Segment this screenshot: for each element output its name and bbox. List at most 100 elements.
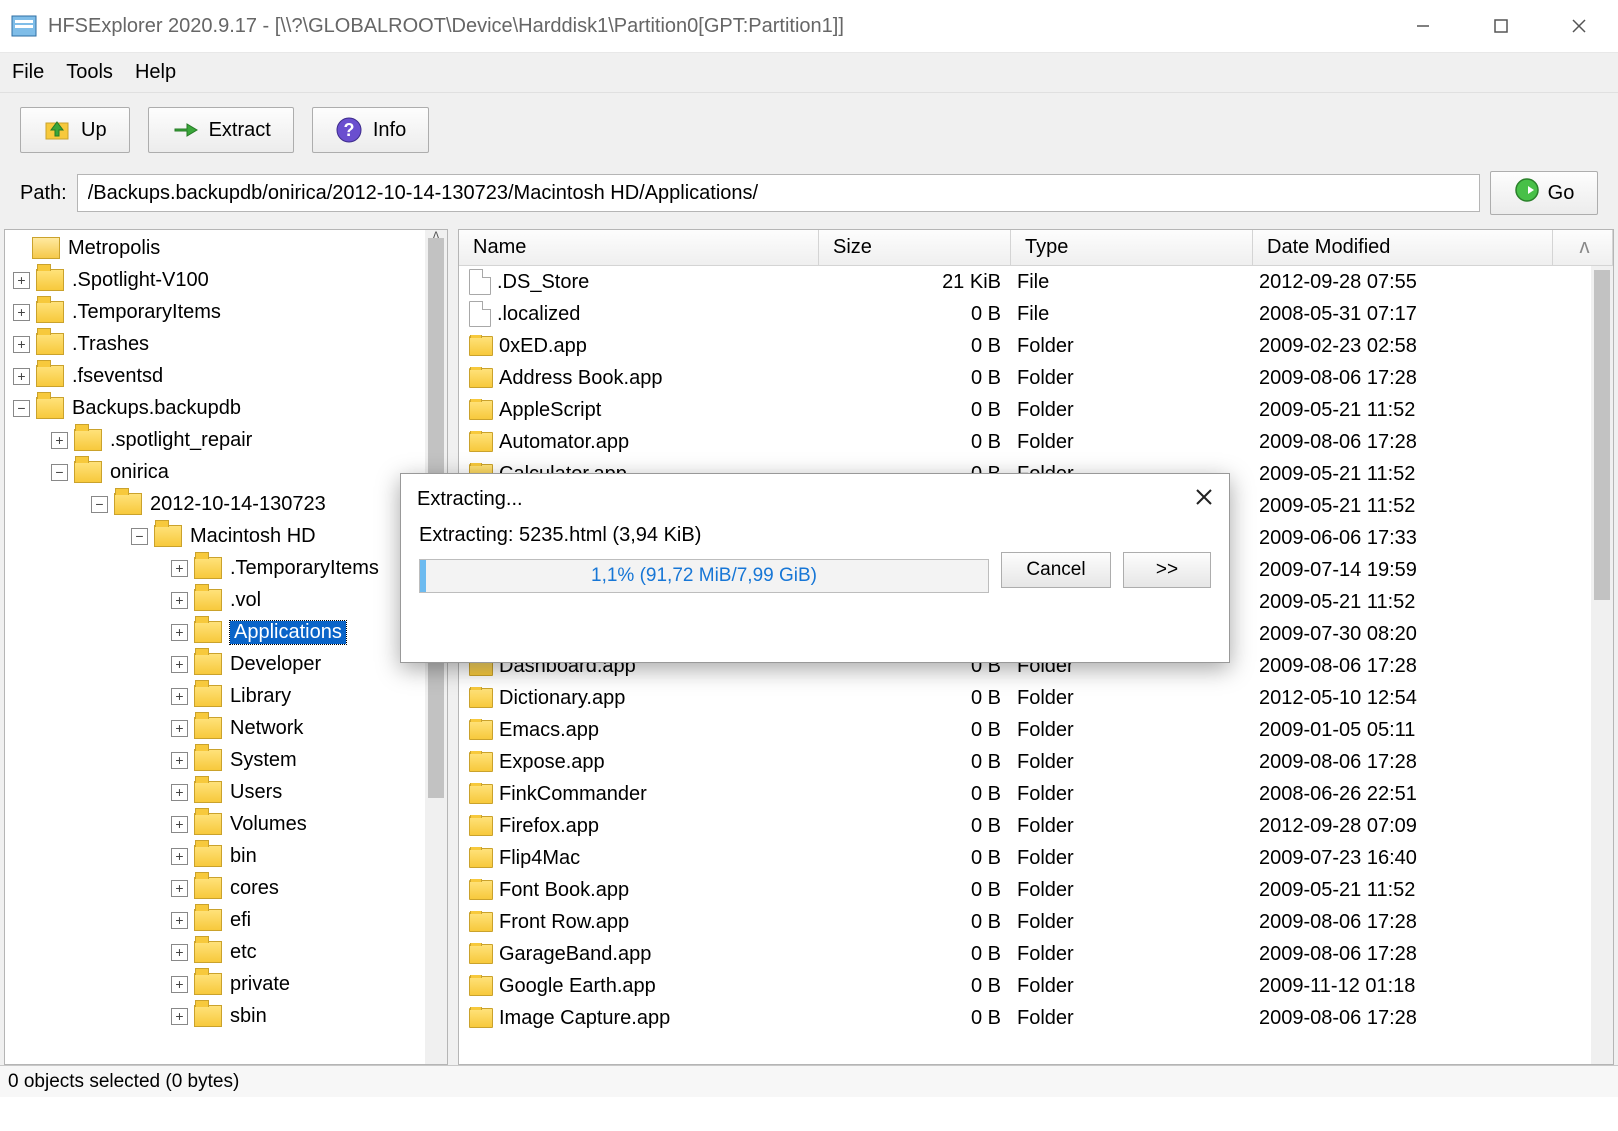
- tree-item[interactable]: + .TemporaryItems: [5, 552, 447, 584]
- tree-item[interactable]: −onirica: [5, 456, 447, 488]
- list-row[interactable]: Expose.app0 BFolder2009-08-06 17:28: [459, 746, 1591, 778]
- tree-item[interactable]: +bin: [5, 840, 447, 872]
- row-size: 0 B: [819, 847, 1011, 870]
- expand-icon[interactable]: +: [171, 784, 188, 801]
- col-date[interactable]: Date Modified: [1253, 230, 1553, 265]
- tree-item[interactable]: +Volumes: [5, 808, 447, 840]
- list-row[interactable]: Dictionary.app0 BFolder2012-05-10 12:54: [459, 682, 1591, 714]
- expand-icon[interactable]: +: [171, 560, 188, 577]
- skip-button[interactable]: >>: [1123, 552, 1211, 588]
- tree-item[interactable]: +Network: [5, 712, 447, 744]
- window-minimize-button[interactable]: [1384, 0, 1462, 52]
- cancel-button[interactable]: Cancel: [1001, 552, 1111, 588]
- expand-icon[interactable]: +: [13, 304, 30, 321]
- list-row[interactable]: Emacs.app0 BFolder2009-01-05 05:11: [459, 714, 1591, 746]
- expand-icon[interactable]: +: [171, 912, 188, 929]
- list-row[interactable]: Image Capture.app0 BFolder2009-08-06 17:…: [459, 1002, 1591, 1034]
- collapse-icon[interactable]: −: [13, 400, 30, 417]
- menu-tools[interactable]: Tools: [66, 61, 113, 84]
- collapse-icon[interactable]: −: [131, 528, 148, 545]
- list-row[interactable]: Google Earth.app0 BFolder2009-11-12 01:1…: [459, 970, 1591, 1002]
- list-row[interactable]: FinkCommander0 BFolder2008-06-26 22:51: [459, 778, 1591, 810]
- window-maximize-button[interactable]: [1462, 0, 1540, 52]
- row-date: 2009-05-21 11:52: [1253, 463, 1591, 486]
- list-row[interactable]: Address Book.app0 BFolder2009-08-06 17:2…: [459, 362, 1591, 394]
- tree-item[interactable]: +sbin: [5, 1000, 447, 1032]
- row-type: Folder: [1011, 975, 1253, 998]
- tree-item[interactable]: +.TemporaryItems: [5, 296, 447, 328]
- expand-icon[interactable]: +: [171, 720, 188, 737]
- list-scrollbar[interactable]: [1591, 266, 1613, 1064]
- folder-icon: [36, 397, 64, 419]
- expand-icon[interactable]: +: [171, 592, 188, 609]
- expand-icon[interactable]: +: [171, 944, 188, 961]
- tree-item[interactable]: +.Trashes: [5, 328, 447, 360]
- tree-item[interactable]: +Library: [5, 680, 447, 712]
- list-row[interactable]: Firefox.app0 BFolder2012-09-28 07:09: [459, 810, 1591, 842]
- expand-icon[interactable]: +: [13, 336, 30, 353]
- tree-item[interactable]: +efi: [5, 904, 447, 936]
- col-size[interactable]: Size: [819, 230, 1011, 265]
- tree-item[interactable]: +Applications: [5, 616, 447, 648]
- tree-item[interactable]: +.fseventsd: [5, 360, 447, 392]
- tree-item[interactable]: +cores: [5, 872, 447, 904]
- row-size: 0 B: [819, 879, 1011, 902]
- tree-item[interactable]: −Macintosh HD: [5, 520, 447, 552]
- collapse-icon[interactable]: −: [51, 464, 68, 481]
- expand-icon[interactable]: +: [171, 816, 188, 833]
- row-name: Firefox.app: [499, 815, 599, 838]
- tree-item[interactable]: +System: [5, 744, 447, 776]
- tree-item[interactable]: +etc: [5, 936, 447, 968]
- extract-button[interactable]: Extract: [148, 107, 294, 153]
- expand-icon[interactable]: +: [171, 848, 188, 865]
- list-row[interactable]: AppleScript0 BFolder2009-05-21 11:52: [459, 394, 1591, 426]
- expand-icon[interactable]: +: [51, 432, 68, 449]
- expand-icon[interactable]: +: [171, 688, 188, 705]
- expand-icon[interactable]: +: [13, 368, 30, 385]
- tree-item-label: .TemporaryItems: [230, 557, 379, 580]
- tree-item[interactable]: +private: [5, 968, 447, 1000]
- row-name: Font Book.app: [499, 879, 629, 902]
- path-input[interactable]: [77, 174, 1480, 212]
- go-button[interactable]: Go: [1490, 171, 1598, 215]
- window-close-button[interactable]: [1540, 0, 1618, 52]
- list-row[interactable]: GarageBand.app0 BFolder2009-08-06 17:28: [459, 938, 1591, 970]
- expand-icon[interactable]: +: [13, 272, 30, 289]
- col-name[interactable]: Name: [459, 230, 819, 265]
- info-button[interactable]: ? Info: [312, 107, 429, 153]
- expand-icon[interactable]: +: [171, 976, 188, 993]
- expand-icon[interactable]: +: [171, 624, 188, 641]
- list-row[interactable]: .DS_Store21 KiBFile2012-09-28 07:55: [459, 266, 1591, 298]
- expand-icon[interactable]: +: [171, 752, 188, 769]
- col-type[interactable]: Type: [1011, 230, 1253, 265]
- up-button[interactable]: Up: [20, 107, 130, 153]
- tree-item[interactable]: Metropolis: [5, 232, 447, 264]
- dialog-close-button[interactable]: [1195, 486, 1213, 512]
- list-row[interactable]: Flip4Mac0 BFolder2009-07-23 16:40: [459, 842, 1591, 874]
- list-row[interactable]: Font Book.app0 BFolder2009-05-21 11:52: [459, 874, 1591, 906]
- tree-item[interactable]: −Backups.backupdb: [5, 392, 447, 424]
- progress-text: 1,1% (91,72 MiB/7,99 GiB): [591, 565, 817, 587]
- row-name: Front Row.app: [499, 911, 629, 934]
- row-name: GarageBand.app: [499, 943, 651, 966]
- tree-item[interactable]: +.spotlight_repair: [5, 424, 447, 456]
- col-sort-indicator[interactable]: ʌ: [1553, 230, 1613, 265]
- collapse-icon[interactable]: −: [91, 496, 108, 513]
- menu-file[interactable]: File: [12, 61, 44, 84]
- menu-help[interactable]: Help: [135, 61, 176, 84]
- tree-item[interactable]: +.vol: [5, 584, 447, 616]
- list-row[interactable]: Front Row.app0 BFolder2009-08-06 17:28: [459, 906, 1591, 938]
- row-name: Google Earth.app: [499, 975, 656, 998]
- list-row[interactable]: .localized0 BFile2008-05-31 07:17: [459, 298, 1591, 330]
- row-name: Expose.app: [499, 751, 605, 774]
- expand-icon[interactable]: +: [171, 1008, 188, 1025]
- tree-item[interactable]: +.Spotlight-V100: [5, 264, 447, 296]
- tree-item[interactable]: +Developer: [5, 648, 447, 680]
- tree-item[interactable]: +Users: [5, 776, 447, 808]
- row-date: 2009-08-06 17:28: [1253, 367, 1591, 390]
- expand-icon[interactable]: +: [171, 656, 188, 673]
- list-row[interactable]: Automator.app0 BFolder2009-08-06 17:28: [459, 426, 1591, 458]
- tree-item[interactable]: −2012-10-14-130723: [5, 488, 447, 520]
- list-row[interactable]: 0xED.app0 BFolder2009-02-23 02:58: [459, 330, 1591, 362]
- expand-icon[interactable]: +: [171, 880, 188, 897]
